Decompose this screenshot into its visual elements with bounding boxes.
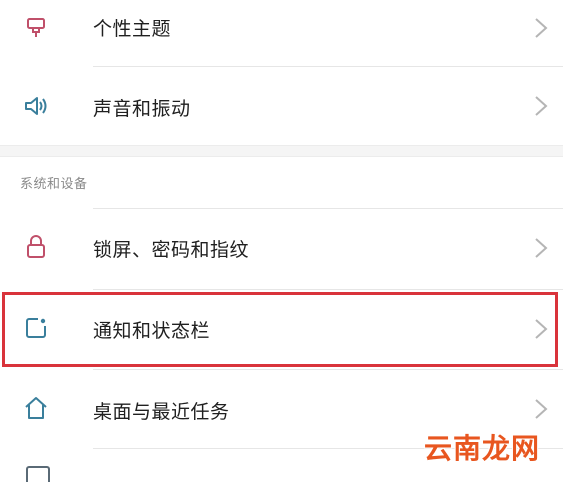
theme-brush-icon	[22, 14, 50, 42]
settings-screen: 个性主题 声音和振动 系统和设备 锁屏、密码和指纹 通知和状态栏 桌面与最近任务…	[0, 0, 563, 482]
settings-item-theme[interactable]: 个性主题	[0, 0, 563, 66]
chevron-right-icon	[535, 238, 548, 258]
settings-item-lockscreen-label: 锁屏、密码和指纹	[93, 239, 250, 261]
settings-item-sound[interactable]: 声音和振动	[0, 67, 563, 145]
notification-icon	[22, 314, 50, 342]
settings-item-theme-label: 个性主题	[93, 18, 172, 40]
chevron-right-icon	[535, 319, 548, 339]
chevron-right-icon	[535, 96, 548, 116]
next-item-icon	[26, 466, 50, 482]
settings-item-lockscreen[interactable]: 锁屏、密码和指纹	[0, 208, 563, 286]
lock-icon	[22, 233, 50, 261]
divider	[93, 208, 563, 209]
home-icon	[22, 394, 50, 422]
chevron-right-icon	[535, 399, 548, 419]
section-header-system: 系统和设备	[20, 177, 88, 192]
settings-item-notifications[interactable]: 通知和状态栏	[0, 290, 563, 368]
watermark-logo: 云南龙网	[424, 432, 541, 465]
settings-item-sound-label: 声音和振动	[93, 98, 191, 120]
chevron-right-icon	[535, 18, 548, 38]
settings-item-notifications-label: 通知和状态栏	[93, 320, 211, 342]
speaker-icon	[22, 92, 50, 120]
settings-item-desktop-label: 桌面与最近任务	[93, 401, 230, 423]
section-separator	[0, 145, 563, 157]
